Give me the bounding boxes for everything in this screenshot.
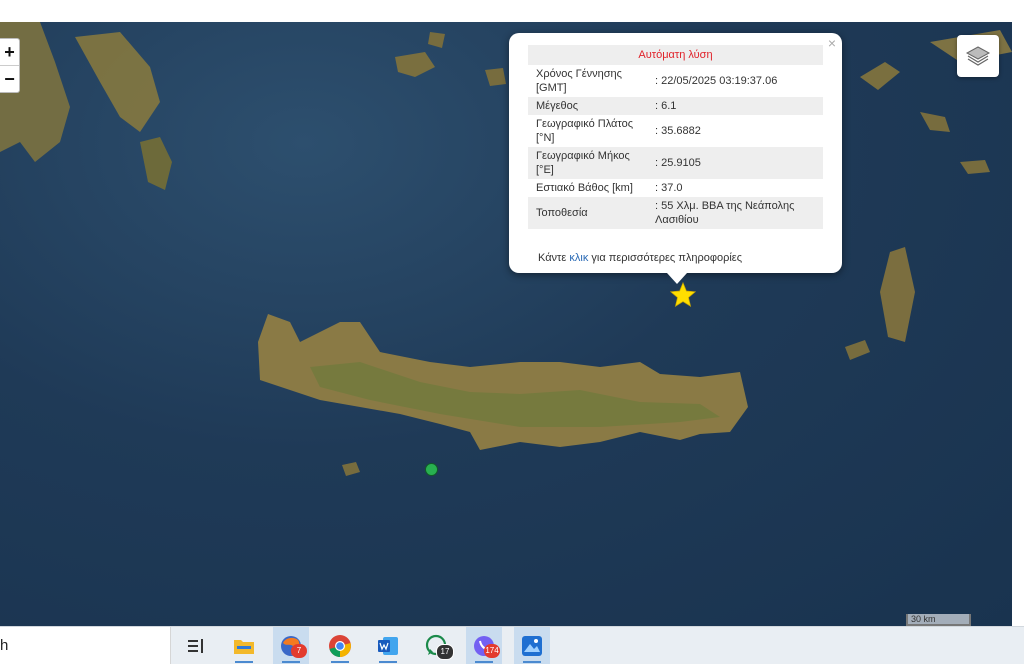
row-value-depth: : 37.0 — [655, 182, 683, 194]
row-key-magnitude: Μέγεθος — [528, 97, 650, 115]
more-info-suffix: για περισσότερες πληροφορίες — [591, 252, 742, 264]
word-icon — [378, 636, 398, 655]
map-view[interactable]: + − × Αυτόματη λύση Χρόνος Γέννησης [GMT… — [0, 22, 1012, 626]
more-info-text: Κάντε κλικ για περισσότερες πληροφορίες — [538, 252, 742, 264]
karpathos-island — [880, 247, 915, 342]
row-value-latitude: : 35.6882 — [655, 125, 701, 137]
layers-icon — [965, 46, 991, 66]
chrome-icon — [329, 634, 351, 657]
whatsapp-button[interactable]: 17 — [418, 627, 454, 664]
row-key-location: Τοποθεσία — [528, 197, 650, 229]
santorini-island — [860, 62, 900, 90]
station-marker-icon[interactable] — [425, 463, 438, 476]
row-key-longitude: Γεωγραφικό Μήκος [°E] — [528, 147, 650, 179]
gavdos-island — [342, 462, 360, 476]
popup-close-button[interactable]: × — [828, 35, 836, 51]
zoom-control: + − — [0, 38, 20, 93]
kythira-island — [140, 137, 172, 190]
task-view-icon — [188, 638, 203, 653]
firefox-button[interactable]: 7 — [273, 627, 309, 664]
viber-badge: 174 — [484, 644, 500, 658]
island-east-2 — [920, 112, 950, 132]
more-info-link[interactable]: κλικ — [569, 252, 588, 264]
word-button[interactable] — [370, 627, 406, 664]
map-terrain — [0, 22, 1012, 476]
popup-title: Αυτόματη λύση — [528, 45, 823, 65]
map-scale-bar: 30 km — [906, 614, 971, 626]
island-east-3 — [960, 160, 990, 174]
file-explorer-icon — [234, 639, 254, 654]
row-value-magnitude: : 6.1 — [650, 97, 823, 115]
chrome-button[interactable] — [322, 627, 358, 664]
row-value-longitude: : 25.9105 — [650, 147, 823, 179]
island-small-1 — [485, 68, 506, 86]
browser-top-strip — [0, 0, 1024, 22]
more-info-prefix: Κάντε — [538, 252, 567, 264]
viber-button[interactable]: 174 — [466, 627, 502, 664]
row-key-depth: Εστιακό Βάθος [km] — [536, 182, 633, 194]
task-view-button[interactable] — [178, 627, 214, 664]
zoom-out-button[interactable]: − — [0, 65, 19, 92]
photos-button[interactable] — [514, 627, 550, 664]
row-value-origin-time: : 22/05/2025 03:19:37.06 — [655, 75, 778, 87]
milos-island — [395, 52, 435, 77]
row-key-origin-time: Χρόνος Γέννησης [GMT] — [536, 68, 622, 94]
island-small-2 — [428, 32, 445, 48]
laconia-land — [75, 32, 160, 132]
taskbar-search-box[interactable]: h — [0, 627, 171, 664]
row-value-location: : 55 Χλμ. ΒΒΑ της Νεάπολης Λασιθίου — [650, 197, 823, 229]
firefox-badge: 7 — [291, 644, 307, 658]
file-explorer-button[interactable] — [226, 627, 262, 664]
layers-button[interactable] — [957, 35, 999, 77]
epicenter-star-icon[interactable] — [669, 281, 697, 309]
row-key-latitude: Γεωγραφικό Πλάτος [°N] — [536, 118, 634, 144]
windows-taskbar: h 7 17 174 — [0, 626, 1024, 664]
whatsapp-badge: 17 — [436, 644, 454, 660]
earthquake-details-table: Αυτόματη λύση Χρόνος Γέννησης [GMT] : 22/… — [528, 45, 823, 229]
taskbar-search-text: h — [0, 637, 9, 654]
earthquake-info-popup: × Αυτόματη λύση Χρόνος Γέννησης [GMT] : 2… — [509, 33, 842, 284]
zoom-in-button[interactable]: + — [0, 39, 19, 65]
kasos-island — [845, 340, 870, 360]
photos-icon — [522, 635, 542, 656]
